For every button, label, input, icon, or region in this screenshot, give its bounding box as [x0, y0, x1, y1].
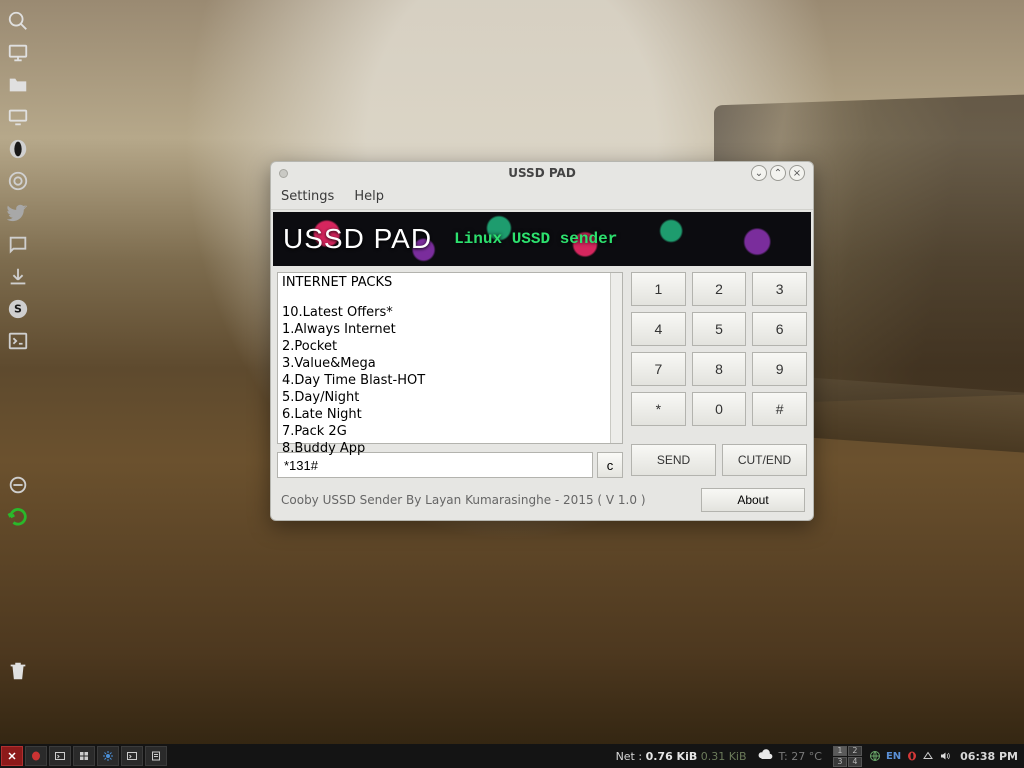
- menubar: Settings Help: [271, 184, 813, 210]
- trash-icon[interactable]: [3, 656, 33, 686]
- refresh-icon[interactable]: [3, 502, 33, 532]
- skype-icon[interactable]: S: [3, 294, 33, 324]
- task-terminal-icon[interactable]: [49, 746, 71, 766]
- line: 2.Pocket: [282, 338, 618, 355]
- line: 10.Latest Offers*: [282, 304, 618, 321]
- monitor-icon[interactable]: [3, 38, 33, 68]
- task-editor-icon[interactable]: [145, 746, 167, 766]
- net-down: 0.31 KiB: [701, 750, 747, 763]
- keyboard-layout[interactable]: EN: [886, 751, 901, 762]
- task-files-icon[interactable]: [73, 746, 95, 766]
- net-label: Net :: [616, 750, 643, 763]
- key-6[interactable]: 6: [752, 312, 807, 346]
- ws-4[interactable]: 4: [848, 757, 862, 767]
- key-0[interactable]: 0: [692, 392, 747, 426]
- close-session-icon[interactable]: [1, 746, 23, 766]
- window-title: USSD PAD: [271, 166, 813, 180]
- key-7[interactable]: 7: [631, 352, 686, 386]
- chat-icon[interactable]: [3, 230, 33, 260]
- close-button[interactable]: ×: [789, 165, 805, 181]
- terminal-icon[interactable]: [3, 326, 33, 356]
- menu-settings[interactable]: Settings: [281, 189, 334, 204]
- line: 5.Day/Night: [282, 389, 618, 406]
- net-monitor: Net : 0.76 KiB 0.31 KiB: [616, 750, 753, 763]
- network-tray-icon[interactable]: [922, 750, 934, 762]
- svg-text:S: S: [14, 303, 22, 316]
- task-opera-icon[interactable]: [25, 746, 47, 766]
- line: 6.Late Night: [282, 406, 618, 423]
- banner-title: USSD PAD: [283, 223, 432, 255]
- download-icon[interactable]: [3, 262, 33, 292]
- display-settings-icon[interactable]: [3, 102, 33, 132]
- about-button[interactable]: About: [701, 488, 805, 512]
- footer-text: Cooby USSD Sender By Layan Kumarasinghe …: [281, 493, 691, 507]
- workspace-switcher[interactable]: 1 2 3 4: [833, 746, 862, 767]
- minimize-all-icon[interactable]: [3, 470, 33, 500]
- response-header: INTERNET PACKS: [282, 275, 618, 290]
- chrome-icon[interactable]: [3, 166, 33, 196]
- send-button[interactable]: SEND: [631, 444, 716, 476]
- globe-icon[interactable]: [869, 750, 881, 762]
- scrollbar[interactable]: [610, 273, 622, 443]
- ussd-pad-window: USSD PAD ⌄ ⌃ × Settings Help USSD PAD Li…: [270, 161, 814, 521]
- minimize-button[interactable]: ⌄: [751, 165, 767, 181]
- ws-3[interactable]: 3: [833, 757, 847, 767]
- task-settings-icon[interactable]: [97, 746, 119, 766]
- ws-2[interactable]: 2: [848, 746, 862, 756]
- key-8[interactable]: 8: [692, 352, 747, 386]
- titlebar[interactable]: USSD PAD ⌄ ⌃ ×: [271, 162, 813, 184]
- maximize-button[interactable]: ⌃: [770, 165, 786, 181]
- opera-icon[interactable]: [3, 134, 33, 164]
- folder-icon[interactable]: [3, 70, 33, 100]
- keypad: 1 2 3 4 5 6 7 8 9 * 0 # SEND CUT/: [631, 272, 807, 478]
- key-2[interactable]: 2: [692, 272, 747, 306]
- key-9[interactable]: 9: [752, 352, 807, 386]
- cut-end-button[interactable]: CUT/END: [722, 444, 807, 476]
- task-terminal2-icon[interactable]: [121, 746, 143, 766]
- volume-icon[interactable]: [939, 750, 951, 762]
- response-lines: 10.Latest Offers* 1.Always Internet 2.Po…: [282, 304, 618, 457]
- ws-1[interactable]: 1: [833, 746, 847, 756]
- line: 7.Pack 2G: [282, 423, 618, 440]
- tray-opera-icon[interactable]: [906, 750, 918, 762]
- search-icon[interactable]: [3, 6, 33, 36]
- key-hash[interactable]: #: [752, 392, 807, 426]
- twitter-icon[interactable]: [3, 198, 33, 228]
- line: 1.Always Internet: [282, 321, 618, 338]
- temperature: T: 27 °C: [779, 750, 822, 763]
- dock: S: [0, 0, 36, 686]
- window-icon: [279, 169, 288, 178]
- net-up: 0.76 KiB: [646, 750, 698, 763]
- banner: USSD PAD Linux USSD sender: [273, 212, 811, 266]
- banner-subtitle: Linux USSD sender: [454, 230, 617, 248]
- key-4[interactable]: 4: [631, 312, 686, 346]
- taskbar: Net : 0.76 KiB 0.31 KiB T: 27 °C 1 2 3 4…: [0, 744, 1024, 768]
- menu-help[interactable]: Help: [354, 189, 384, 204]
- weather-icon[interactable]: [757, 747, 775, 765]
- clock[interactable]: 06:38 PM: [960, 750, 1018, 763]
- response-textarea[interactable]: INTERNET PACKS 10.Latest Offers* 1.Alway…: [277, 272, 623, 444]
- key-3[interactable]: 3: [752, 272, 807, 306]
- key-5[interactable]: 5: [692, 312, 747, 346]
- line: 4.Day Time Blast-HOT: [282, 372, 618, 389]
- key-star[interactable]: *: [631, 392, 686, 426]
- line: 8.Buddy App: [282, 440, 618, 457]
- line: 3.Value&Mega: [282, 355, 618, 372]
- key-1[interactable]: 1: [631, 272, 686, 306]
